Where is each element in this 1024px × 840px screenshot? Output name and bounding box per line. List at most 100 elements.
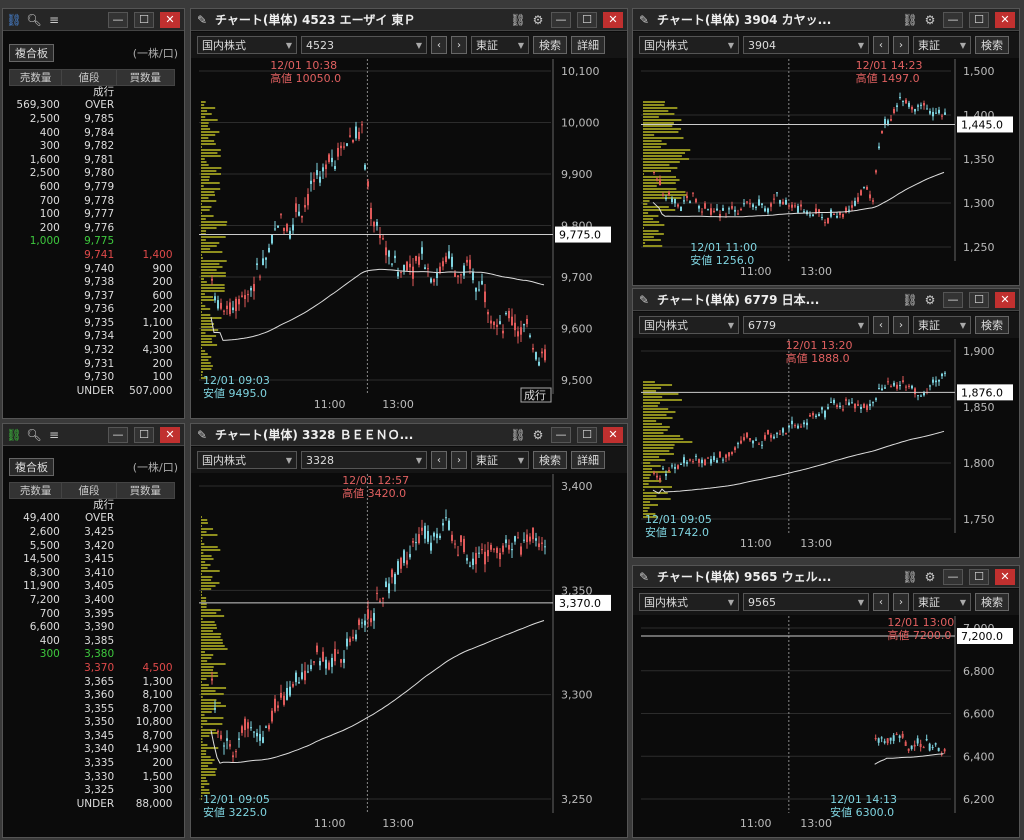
order-row[interactable]: 9,741 1,400 xyxy=(10,249,175,263)
maximize-button[interactable]: ☐ xyxy=(969,291,989,308)
maximize-button[interactable]: ☐ xyxy=(134,11,154,28)
market-select[interactable]: 国内株式 ▼ xyxy=(197,451,297,469)
order-row[interactable]: 5,500 3,420 xyxy=(10,539,175,553)
next-button[interactable]: › xyxy=(451,36,467,54)
order-row[interactable]: 3,340 14,900 xyxy=(10,743,175,757)
next-button[interactable]: › xyxy=(893,593,909,611)
order-row[interactable]: 3,365 1,300 xyxy=(10,675,175,689)
order-row[interactable]: 成行 xyxy=(10,499,175,513)
order-row[interactable]: 9,732 4,300 xyxy=(10,344,175,358)
maximize-button[interactable]: ☐ xyxy=(577,11,597,28)
order-row[interactable]: 3,335 200 xyxy=(10,757,175,771)
order-row[interactable]: 9,738 200 xyxy=(10,276,175,290)
chart-area[interactable]: 3,400 3,350 3,300 3,250 11:00 13:00 3,370.0 12/… xyxy=(191,474,627,837)
exchange-select[interactable]: 東証 ▼ xyxy=(913,316,971,334)
pin-icon[interactable]: ✎ xyxy=(195,13,209,27)
order-row[interactable]: 100 9,777 xyxy=(10,208,175,222)
gear-icon[interactable]: ⚙ xyxy=(531,13,545,27)
close-button[interactable]: ✕ xyxy=(603,11,623,28)
order-row[interactable]: 9,731 200 xyxy=(10,357,175,371)
market-select[interactable]: 国内株式 ▼ xyxy=(197,36,297,54)
maximize-button[interactable]: ☐ xyxy=(134,426,154,443)
gear-icon[interactable]: ⚙ xyxy=(923,13,937,27)
price-chart[interactable]: 1,900 1,850 1,800 1,750 11:00 13:00 1,876.0 12/… xyxy=(633,339,1019,557)
chart-area[interactable]: 7,0006,8006,6006,4006,20011:0013:007,200… xyxy=(633,616,1019,837)
price-chart[interactable]: 10,10010,0009,9009,8009,7009,6009,50011:… xyxy=(191,59,627,418)
prev-button[interactable]: ‹ xyxy=(431,451,447,469)
menu-icon[interactable]: ≡ xyxy=(47,428,61,442)
maximize-button[interactable]: ☐ xyxy=(969,568,989,585)
order-row[interactable]: 700 3,395 xyxy=(10,607,175,621)
market-select[interactable]: 国内株式 ▼ xyxy=(639,593,739,611)
link-icon[interactable]: ⛓ xyxy=(510,13,525,27)
exchange-select[interactable]: 東証 ▼ xyxy=(913,36,971,54)
minimize-button[interactable]: — xyxy=(943,291,963,308)
order-row[interactable]: 3,330 1,500 xyxy=(10,770,175,784)
code-select[interactable]: 4523 ▼ xyxy=(301,36,427,54)
order-row[interactable]: 14,500 3,415 xyxy=(10,553,175,567)
link-icon[interactable]: ⛓ xyxy=(902,293,917,307)
close-button[interactable]: ✕ xyxy=(995,11,1015,28)
order-row[interactable]: 3,360 8,100 xyxy=(10,689,175,703)
next-button[interactable]: › xyxy=(451,451,467,469)
price-chart[interactable]: 1,5001,4001,3501,3001,25011:00 13:001,445… xyxy=(633,59,1019,285)
chart-area[interactable]: 1,500 1,400 1,350 1,300 1,250 11:00 13:00 1,445… xyxy=(633,59,1019,285)
order-row[interactable]: 8,300 3,410 xyxy=(10,566,175,580)
order-row[interactable]: 400 9,784 xyxy=(10,126,175,140)
order-row[interactable]: 9,734 200 xyxy=(10,330,175,344)
order-row[interactable]: 9,735 1,100 xyxy=(10,317,175,331)
link-icon[interactable]: ⛓ xyxy=(902,570,917,584)
pin-icon[interactable]: ✎ xyxy=(637,13,651,27)
search-button[interactable]: 検索 xyxy=(975,593,1009,611)
order-row[interactable]: 1,600 9,781 xyxy=(10,153,175,167)
close-button[interactable]: ✕ xyxy=(995,568,1015,585)
order-row[interactable]: 7,200 3,400 xyxy=(10,594,175,608)
next-button[interactable]: › xyxy=(893,316,909,334)
maximize-button[interactable]: ☐ xyxy=(577,426,597,443)
order-row[interactable]: 3,370 4,500 xyxy=(10,662,175,676)
price-chart[interactable]: 3,4003,3503,3003,25011:00 13:003,370.012/… xyxy=(191,474,627,837)
search-icon[interactable]: 🔍︎ xyxy=(26,13,41,27)
code-select[interactable]: 6779 ▼ xyxy=(743,316,869,334)
order-row[interactable]: UNDER 88,000 xyxy=(10,798,175,812)
market-select[interactable]: 国内株式 ▼ xyxy=(639,316,739,334)
order-row[interactable]: 2,500 9,785 xyxy=(10,113,175,127)
order-row[interactable]: 1,000 9,775 xyxy=(10,235,175,249)
gear-icon[interactable]: ⚙ xyxy=(923,293,937,307)
order-row[interactable]: 49,400 OVER xyxy=(10,512,175,526)
close-button[interactable]: ✕ xyxy=(160,426,180,443)
close-button[interactable]: ✕ xyxy=(160,11,180,28)
search-button[interactable]: 検索 xyxy=(975,36,1009,54)
prev-button[interactable]: ‹ xyxy=(431,36,447,54)
detail-button[interactable]: 詳細 xyxy=(571,36,605,54)
order-row[interactable]: 300 9,782 xyxy=(10,140,175,154)
close-button[interactable]: ✕ xyxy=(603,426,623,443)
order-row[interactable]: 700 9,778 xyxy=(10,194,175,208)
minimize-button[interactable]: — xyxy=(943,11,963,28)
pin-icon[interactable]: ✎ xyxy=(637,570,651,584)
search-icon[interactable]: 🔍︎ xyxy=(26,428,41,442)
next-button[interactable]: › xyxy=(893,36,909,54)
link-icon[interactable]: ⛓ xyxy=(902,13,917,27)
close-button[interactable]: ✕ xyxy=(995,291,1015,308)
order-row[interactable]: UNDER 507,000 xyxy=(10,385,175,399)
minimize-button[interactable]: — xyxy=(108,11,128,28)
prev-button[interactable]: ‹ xyxy=(873,316,889,334)
search-button[interactable]: 検索 xyxy=(533,451,567,469)
gear-icon[interactable]: ⚙ xyxy=(531,428,545,442)
gear-icon[interactable]: ⚙ xyxy=(923,570,937,584)
order-row[interactable]: 9,740 900 xyxy=(10,262,175,276)
minimize-button[interactable]: — xyxy=(551,11,571,28)
market-select[interactable]: 国内株式 ▼ xyxy=(639,36,739,54)
order-row[interactable]: 300 3,380 xyxy=(10,648,175,662)
order-row[interactable]: 2,500 9,780 xyxy=(10,167,175,181)
order-row[interactable]: 200 9,776 xyxy=(10,221,175,235)
code-select[interactable]: 3328 ▼ xyxy=(301,451,427,469)
menu-icon[interactable]: ≡ xyxy=(47,13,61,27)
link-icon[interactable]: ⛓ xyxy=(6,428,21,442)
prev-button[interactable]: ‹ xyxy=(873,593,889,611)
composite-board-button[interactable]: 複合板 xyxy=(9,44,54,62)
search-button[interactable]: 検索 xyxy=(533,36,567,54)
order-row[interactable]: 3,355 8,700 xyxy=(10,702,175,716)
minimize-button[interactable]: — xyxy=(108,426,128,443)
